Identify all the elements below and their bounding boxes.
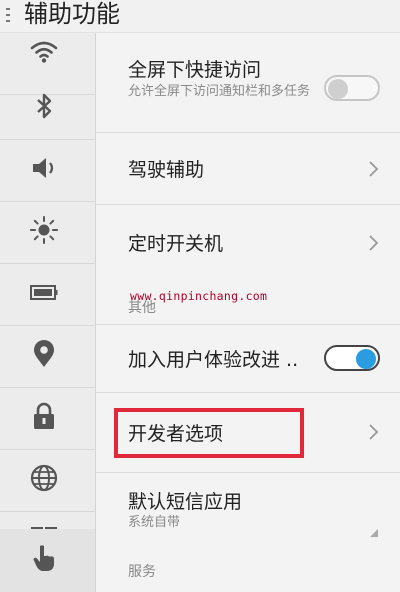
volume-icon (33, 158, 54, 178)
settings-list: 全屏下快捷访问 允许全屏下访问通知栏和多任务 驾驶辅助 定时开关机 其他 加入用… (96, 33, 400, 592)
lock-icon (34, 402, 54, 429)
sidebar-item-accessibility[interactable] (0, 529, 95, 592)
battery-icon (30, 285, 58, 300)
row-title: 驾驶辅助 (128, 159, 205, 181)
user-experience-toggle[interactable] (324, 345, 380, 371)
menu-icon[interactable] (4, 4, 14, 26)
bluetooth-icon (37, 93, 52, 119)
chevron-right-icon (369, 161, 379, 177)
row-subtitle: 允许全屏下访问通知栏和多任务 (128, 84, 311, 99)
wifi-icon (30, 41, 58, 63)
sidebar-item-battery[interactable] (0, 264, 95, 326)
row-subtitle: 系统自带 (128, 515, 181, 530)
row-fullscreen-shortcut[interactable]: 全屏下快捷访问 允许全屏下访问通知栏和多任务 (96, 33, 400, 133)
row-title: 加入用户体验改进 .. (128, 349, 299, 371)
app-header: 辅助功能 (0, 0, 400, 33)
chevron-right-icon (369, 424, 379, 440)
settings-sidebar (0, 33, 96, 592)
sidebar-item-location[interactable] (0, 326, 95, 388)
location-icon (34, 340, 54, 367)
highlight-box (114, 408, 304, 458)
sidebar-item-sound[interactable] (0, 140, 95, 202)
row-user-experience[interactable]: 加入用户体验改进 .. (96, 325, 400, 393)
sidebar-item-display[interactable] (0, 202, 95, 264)
chevron-right-icon (369, 235, 379, 251)
sidebar-item-security[interactable] (0, 388, 95, 450)
dropdown-corner-icon (370, 529, 378, 537)
globe-icon (30, 464, 58, 492)
section-label-service: 服务 (128, 564, 156, 580)
page-title: 辅助功能 (24, 0, 120, 28)
sidebar-item-bluetooth[interactable] (0, 78, 95, 140)
hand-pointer-icon (33, 545, 54, 571)
row-title: 默认短信应用 (128, 491, 243, 513)
row-title: 全屏下快捷访问 (128, 59, 262, 81)
row-scheduled-power[interactable]: 定时开关机 其他 (96, 205, 400, 325)
row-title: 定时开关机 (128, 233, 224, 255)
row-default-sms[interactable]: 默认短信应用 系统自带 服务 (96, 473, 400, 592)
watermark-text: www.qinpinchang.com (130, 289, 268, 303)
sidebar-item-language[interactable] (0, 450, 95, 512)
brightness-icon (30, 216, 58, 244)
fullscreen-shortcut-toggle[interactable] (324, 75, 380, 101)
row-driving-assist[interactable]: 驾驶辅助 (96, 133, 400, 205)
